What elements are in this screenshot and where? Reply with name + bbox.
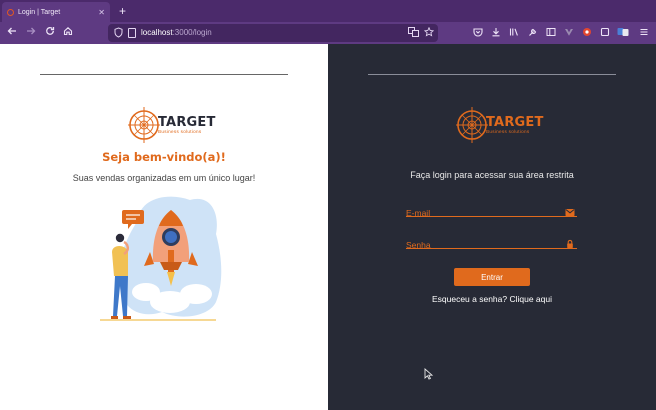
menu-icon[interactable] (638, 27, 650, 39)
wrench-icon[interactable] (527, 27, 539, 39)
browser-nav-bar: localhost:3000/login (0, 22, 656, 44)
pocket-icon[interactable] (472, 27, 484, 39)
vue-devtools-icon[interactable] (563, 27, 575, 39)
close-tab-icon[interactable]: ✕ (98, 8, 105, 17)
extension-red-icon[interactable] (581, 27, 593, 39)
downloads-icon[interactable] (490, 27, 502, 39)
mouse-cursor-icon (424, 368, 434, 380)
url-text[interactable]: localhost:3000/login (141, 28, 212, 37)
bookmark-star-icon[interactable] (423, 26, 435, 39)
target-logo: TARGET Business solutions (127, 106, 216, 144)
translator-extension-icon[interactable] (617, 27, 629, 39)
page-info-icon[interactable] (128, 28, 136, 38)
divider-line (368, 74, 616, 75)
email-input[interactable] (406, 206, 556, 220)
rocket-launch-illustration (100, 196, 222, 321)
tab-title: Login | Target (18, 8, 61, 16)
url-path: :3000/login (172, 28, 212, 37)
login-title: Faça login para acessar sua área restrit… (410, 170, 574, 180)
brand-name: TARGET (486, 114, 544, 130)
password-field[interactable] (406, 235, 577, 252)
forgot-password-link[interactable]: Esqueceu a senha? Clique aqui (328, 294, 656, 304)
brand-name: TARGET (158, 114, 216, 130)
color-picker-icon[interactable] (599, 27, 611, 39)
forward-arrow-icon[interactable] (24, 26, 38, 40)
target-crosshair-icon (456, 107, 488, 143)
target-crosshair-icon (128, 107, 160, 143)
shield-icon[interactable] (114, 27, 123, 40)
address-bar[interactable]: localhost:3000/login (108, 24, 438, 42)
login-panel: TARGET Business solutions Faça login par… (328, 44, 656, 410)
login-submit-button[interactable]: Entrar (454, 268, 530, 286)
password-input[interactable] (406, 238, 556, 252)
welcome-heading: Seja bem-vindo(a)! (102, 150, 226, 164)
target-favicon-icon (7, 8, 14, 16)
welcome-panel: TARGET Business solutions Seja bem-vindo… (0, 44, 328, 410)
new-tab-button[interactable]: + (119, 3, 126, 19)
library-icon[interactable] (508, 27, 520, 39)
browser-tab[interactable]: Login | Target ✕ (2, 2, 110, 22)
email-field[interactable] (406, 203, 577, 220)
home-icon[interactable] (61, 26, 75, 40)
browser-tab-bar: Login | Target ✕ + (0, 0, 656, 22)
lock-icon (565, 236, 577, 248)
target-logo: TARGET Business solutions (455, 106, 544, 144)
welcome-subtitle: Suas vendas organizadas em um único luga… (72, 173, 256, 183)
url-host: localhost (141, 28, 173, 37)
divider-line (40, 74, 288, 75)
sidebar-icon[interactable] (545, 27, 557, 39)
back-arrow-icon[interactable] (5, 26, 19, 40)
envelope-icon (565, 204, 577, 216)
reload-icon[interactable] (43, 26, 57, 40)
translate-icon[interactable] (408, 27, 419, 39)
